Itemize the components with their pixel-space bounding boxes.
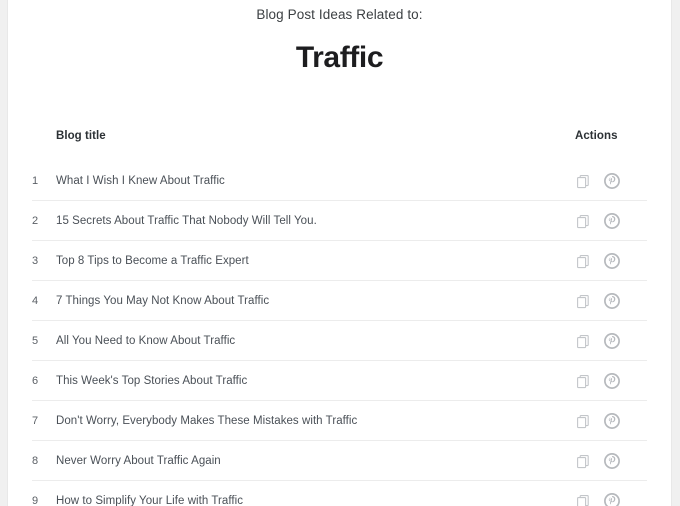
row-index: 1 [32,174,39,187]
row-actions [570,292,647,309]
page-subtitle: Blog Post Ideas Related to: [256,7,423,22]
pinterest-share-icon[interactable] [604,412,620,429]
table-row[interactable]: 5 All You Need to Know About Traffic [32,321,647,361]
pinterest-share-icon[interactable] [604,252,620,269]
copy-icon[interactable] [575,253,591,269]
row-actions [570,212,647,229]
row-blog-title: What I Wish I Knew About Traffic [56,174,225,187]
table-row[interactable]: 4 7 Things You May Not Know About Traffi… [32,281,647,321]
row-index: 8 [32,454,39,467]
row-index: 5 [32,334,39,347]
row-blog-title: All You Need to Know About Traffic [56,334,236,347]
row-index: 9 [32,494,39,506]
column-header-actions: Actions [575,130,618,142]
row-blog-title: Never Worry About Traffic Again [56,454,221,467]
pinterest-share-icon[interactable] [604,172,620,189]
row-blog-title: Don't Worry, Everybody Makes These Mista… [56,414,358,427]
copy-icon[interactable] [575,413,591,429]
row-blog-title: Top 8 Tips to Become a Traffic Expert [56,254,249,267]
pinterest-share-icon[interactable] [604,372,620,389]
row-actions [570,412,647,429]
row-actions [570,452,647,469]
copy-icon[interactable] [575,453,591,469]
table-row[interactable]: 1 What I Wish I Knew About Traffic [32,161,647,201]
pinterest-share-icon[interactable] [604,292,620,309]
row-actions [570,332,647,349]
copy-icon[interactable] [575,293,591,309]
copy-icon[interactable] [575,173,591,189]
row-index: 6 [32,374,39,387]
table-body: 1 What I Wish I Knew About Traffic 2 15 … [32,161,647,506]
table-row[interactable]: 6 This Week's Top Stories About Traffic [32,361,647,401]
page-header: Blog Post Ideas Related to: Traffic [8,0,671,76]
pinterest-share-icon[interactable] [604,452,620,469]
row-index: 2 [32,214,39,227]
table-row[interactable]: 3 Top 8 Tips to Become a Traffic Expert [32,241,647,281]
copy-icon[interactable] [575,493,591,506]
row-actions [570,252,647,269]
row-blog-title: This Week's Top Stories About Traffic [56,374,248,387]
column-header-blog-title: Blog title [56,130,106,142]
page-title: Traffic [295,41,384,74]
table-row[interactable]: 8 Never Worry About Traffic Again [32,441,647,481]
pinterest-share-icon[interactable] [604,332,620,349]
table-row[interactable]: 2 15 Secrets About Traffic That Nobody W… [32,201,647,241]
row-index: 4 [32,294,39,307]
pinterest-share-icon[interactable] [604,212,620,229]
table-header-row: Blog title Actions [32,123,647,149]
copy-icon[interactable] [575,333,591,349]
header-spacer [32,149,647,161]
table-row[interactable]: 7 Don't Worry, Everybody Makes These Mis… [32,401,647,441]
row-index: 7 [32,414,39,427]
table-row[interactable]: 9 How to Simplify Your Life with Traffic [32,481,647,506]
row-actions [570,372,647,389]
row-blog-title: 7 Things You May Not Know About Traffic [56,294,270,307]
copy-icon[interactable] [575,213,591,229]
row-actions [570,172,647,189]
row-blog-title: How to Simplify Your Life with Traffic [56,494,244,506]
results-card: Blog Post Ideas Related to: Traffic Blog… [7,0,672,506]
row-actions [570,492,647,506]
row-index: 3 [32,254,39,267]
blog-ideas-table: Blog title Actions 1 What I Wish I Knew … [8,123,671,506]
pinterest-share-icon[interactable] [604,492,620,506]
row-blog-title: 15 Secrets About Traffic That Nobody Wil… [56,214,317,227]
copy-icon[interactable] [575,373,591,389]
